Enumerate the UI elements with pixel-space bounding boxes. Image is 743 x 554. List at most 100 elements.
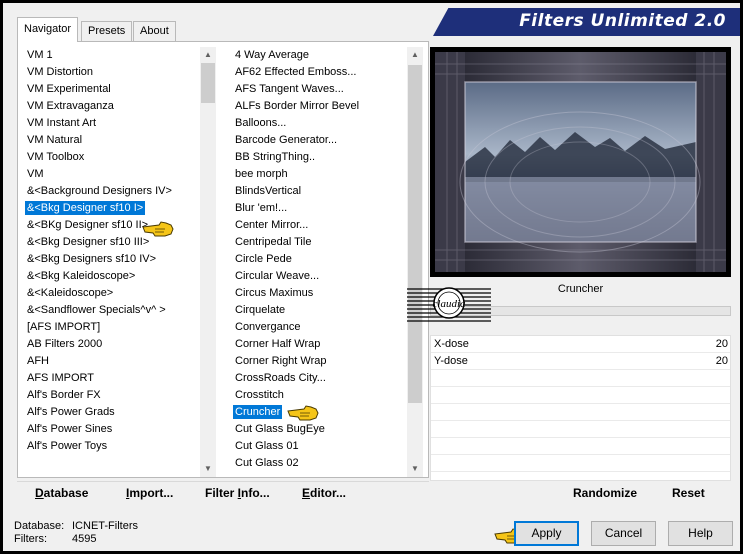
filter-list-item[interactable]: 4 Way Average — [229, 47, 407, 64]
filter-list-item[interactable]: Circle Pede — [229, 251, 407, 268]
category-list-item[interactable]: VM — [21, 166, 200, 183]
scroll-up-arrow-icon[interactable]: ▲ — [407, 47, 423, 63]
preview-image[interactable] — [435, 52, 726, 272]
database-button[interactable]: Database — [35, 485, 88, 501]
empty-parameter-row — [431, 438, 730, 455]
filter-list-item[interactable]: Blur 'em!... — [229, 200, 407, 217]
category-list-item[interactable]: VM 1 — [21, 47, 200, 64]
filter-list-item-label: Circle Pede — [235, 253, 292, 265]
category-list-item-label: VM Instant Art — [27, 117, 97, 129]
import-button[interactable]: Import... — [126, 485, 173, 501]
editor-button[interactable]: Editor... — [302, 485, 346, 501]
filter-list-item[interactable]: Cirquelate — [229, 302, 407, 319]
filter-list-item[interactable]: Center Mirror... — [229, 217, 407, 234]
category-list-item-label: VM Distortion — [27, 66, 94, 78]
category-list-item[interactable]: VM Toolbox — [21, 149, 200, 166]
category-list-item[interactable]: Alf's Power Toys — [21, 438, 200, 455]
filter-list-item-label: BlindsVertical — [235, 185, 302, 197]
category-list-item[interactable]: [AFS IMPORT] — [21, 319, 200, 336]
filter-info-button[interactable]: Filter Info... — [205, 485, 270, 501]
category-list-item[interactable]: &<Sandflower Specials^v^ > — [21, 302, 200, 319]
pointing-hand-icon — [287, 405, 319, 421]
category-list-item-label: &<Bkg Kaleidoscope> — [27, 270, 136, 282]
parameter-row[interactable]: X-dose 20 — [431, 336, 730, 353]
filter-list-item[interactable]: Cut Glass BugEye — [229, 421, 407, 438]
tab-about[interactable]: About — [133, 21, 176, 42]
category-list-item[interactable]: &<Bkg Designer sf10 I> — [21, 200, 200, 217]
filter-list-item[interactable]: ALFs Border Mirror Bevel — [229, 98, 407, 115]
category-list-item-label: VM 1 — [27, 49, 53, 61]
filter-list-item[interactable]: Balloons... — [229, 115, 407, 132]
category-list-item[interactable]: Alf's Power Sines — [21, 421, 200, 438]
scroll-down-arrow-icon[interactable]: ▼ — [407, 461, 423, 477]
filter-list-item-label: Balloons... — [235, 117, 287, 129]
randomize-button[interactable]: Randomize — [573, 485, 637, 501]
category-list-item-label: &<BKg Designer sf10 II> — [27, 219, 149, 231]
category-scrollbar[interactable]: ▲ ▼ — [200, 47, 216, 477]
parameter-value[interactable]: 20 — [716, 336, 728, 353]
filter-list-item[interactable]: Centripedal Tile — [229, 234, 407, 251]
filter-list-item-label: ALFs Border Mirror Bevel — [235, 100, 360, 112]
category-list-item-label: &<Sandflower Specials^v^ > — [27, 304, 166, 316]
category-list-item[interactable]: VM Instant Art — [21, 115, 200, 132]
reset-button[interactable]: Reset — [672, 485, 705, 501]
parameter-row[interactable]: Y-dose 20 — [431, 353, 730, 370]
filters-count-value: 4595 — [72, 533, 97, 545]
category-list-item[interactable]: &<Bkg Designers sf10 IV> — [21, 251, 200, 268]
filter-list-item-label: Center Mirror... — [235, 219, 309, 231]
filter-list-item[interactable]: bee morph — [229, 166, 407, 183]
category-list-item-label: &<Bkg Designer sf10 I> — [25, 201, 146, 215]
filter-list-item-label: Circular Weave... — [235, 270, 320, 282]
filter-list-item[interactable]: Circus Maximus — [229, 285, 407, 302]
category-list-item[interactable]: AFS IMPORT — [21, 370, 200, 387]
filter-list-item[interactable]: BB StringThing.. — [229, 149, 407, 166]
filter-list-item[interactable]: BlindsVertical — [229, 183, 407, 200]
scroll-down-arrow-icon[interactable]: ▼ — [200, 461, 216, 477]
filter-list-item[interactable]: AF62 Effected Emboss... — [229, 64, 407, 81]
filter-list-item-label: bee morph — [235, 168, 288, 180]
parameter-value[interactable]: 20 — [716, 353, 728, 370]
help-button[interactable]: Help — [668, 521, 733, 546]
filter-list-item[interactable]: Circular Weave... — [229, 268, 407, 285]
category-list-item-label: AB Filters 2000 — [27, 338, 103, 350]
category-list-item-label: Alf's Power Sines — [27, 423, 113, 435]
category-list-item[interactable]: VM Natural — [21, 132, 200, 149]
filter-scroll-thumb[interactable] — [408, 65, 422, 403]
category-scroll-thumb[interactable] — [201, 63, 215, 103]
tab-presets[interactable]: Presets — [81, 21, 133, 42]
filter-list-item-label: CrossRoads City... — [235, 372, 326, 384]
filter-list-item[interactable]: Cut Glass 01 — [229, 438, 407, 455]
filter-list-item[interactable]: Corner Half Wrap — [229, 336, 407, 353]
category-list-item[interactable]: VM Distortion — [21, 64, 200, 81]
category-list-item[interactable]: Alf's Power Grads — [21, 404, 200, 421]
filter-list-item[interactable]: CrossRoads City... — [229, 370, 407, 387]
logo-text: claudia — [433, 298, 466, 310]
filter-list-item[interactable]: Corner Right Wrap — [229, 353, 407, 370]
filter-list-item[interactable]: Barcode Generator... — [229, 132, 407, 149]
category-list-item[interactable]: AB Filters 2000 — [21, 336, 200, 353]
parameter-label: Y-dose — [434, 355, 468, 367]
category-list-item[interactable]: VM Extravaganza — [21, 98, 200, 115]
filter-list-item[interactable]: Crosstitch — [229, 387, 407, 404]
filter-list-item-label: Circus Maximus — [235, 287, 314, 299]
scroll-up-arrow-icon[interactable]: ▲ — [200, 47, 216, 63]
empty-parameter-row — [431, 387, 730, 404]
empty-parameter-row — [431, 421, 730, 438]
cancel-button[interactable]: Cancel — [591, 521, 656, 546]
category-list-item[interactable]: Alf's Border FX — [21, 387, 200, 404]
tab-navigator[interactable]: Navigator — [17, 17, 79, 42]
filter-scrollbar[interactable]: ▲ ▼ — [407, 47, 423, 477]
apply-button[interactable]: Apply — [514, 521, 579, 546]
category-list-item[interactable]: &<Kaleidoscope> — [21, 285, 200, 302]
filter-list-item[interactable]: AFS Tangent Waves... — [229, 81, 407, 98]
category-list-item[interactable]: &<Bkg Kaleidoscope> — [21, 268, 200, 285]
filter-list-item-label: Blur 'em!... — [235, 202, 288, 214]
category-list-item[interactable]: &<Background Designers IV> — [21, 183, 200, 200]
filter-list-item-label: Corner Right Wrap — [235, 355, 327, 367]
category-list-item[interactable]: VM Experimental — [21, 81, 200, 98]
filter-list-item[interactable]: Convergance — [229, 319, 407, 336]
category-list[interactable]: VM 1 VM Distortion VM Experimental VM Extra… — [21, 47, 200, 477]
database-value: ICNET-Filters — [72, 520, 138, 532]
category-list-item[interactable]: AFH — [21, 353, 200, 370]
filter-list-item[interactable]: Cut Glass 02 — [229, 455, 407, 472]
